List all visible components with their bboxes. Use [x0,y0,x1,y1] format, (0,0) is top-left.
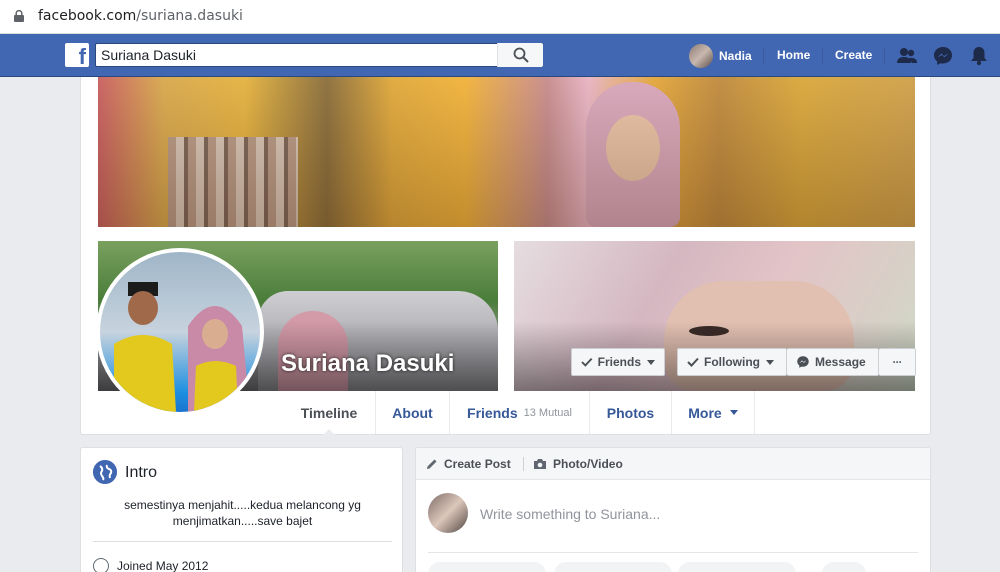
create-post-tab[interactable]: Create Post [426,457,511,471]
tab-label: More [688,404,722,421]
friends-button-label: Friends [597,355,641,369]
nav-user-name: Nadia [719,49,752,63]
composer-more-button[interactable] [822,562,866,572]
photo-video-tab[interactable]: Photo/Video [533,457,623,471]
tab-friends[interactable]: Friends 13 Mutual [449,391,589,434]
tab-label: Friends [467,404,518,421]
divider [523,457,524,471]
chevron-down-icon [647,359,655,365]
avatar [428,493,468,533]
joined-date: Joined May 2012 [117,559,209,572]
composer-option-button[interactable] [554,562,672,572]
tab-photos[interactable]: Photos [589,391,671,434]
clock-icon [93,558,109,572]
pencil-icon [427,459,437,469]
profile-name[interactable]: Suriana Dasuki [281,350,454,378]
following-button[interactable]: Following [677,348,787,376]
tab-more[interactable]: More [671,391,755,434]
nav-divider [822,48,823,64]
cover-photo[interactable] [98,77,915,227]
friend-requests-icon[interactable] [896,45,918,67]
intro-title: Intro [125,464,158,481]
nav-profile-link[interactable]: Nadia [689,43,752,69]
search-button[interactable] [497,43,543,67]
mutual-friends-count: 13 Mutual [523,406,572,419]
url-text[interactable]: facebook.com/suriana.dasuki [38,8,243,24]
chevron-down-icon [729,410,738,415]
intro-card: Intro semestinya menjahit.....kedua mela… [80,447,403,572]
tab-label: About [392,404,433,421]
messenger-icon[interactable] [932,45,954,67]
more-options-button[interactable]: ··· [879,348,916,376]
chevron-down-icon [766,359,774,365]
search-box[interactable] [95,43,543,67]
camera-icon [534,459,546,469]
tab-timeline[interactable]: Timeline [283,391,375,435]
search-icon [513,47,529,63]
avatar [689,44,713,68]
checkmark-icon [581,357,593,367]
message-button-label: Message [815,355,866,369]
composer-header: Create Post Photo/Video [416,448,930,480]
post-composer: Create Post Photo/Video Write something … [415,447,931,572]
tab-about[interactable]: About [375,391,449,434]
facebook-logo-icon[interactable]: f [65,43,89,69]
photo-video-label: Photo/Video [553,457,623,471]
composer-input[interactable]: Write something to Suriana... [480,506,660,522]
url-host: facebook.com [38,8,137,24]
divider [93,541,392,542]
tab-label: Timeline [300,404,358,421]
following-button-label: Following [704,355,760,369]
search-input[interactable] [96,44,496,66]
message-button[interactable]: Message [787,348,879,376]
intro-bio: semestinya menjahit.....kedua melancong … [124,498,361,528]
composer-option-button[interactable] [678,562,796,572]
composer-option-button[interactable] [428,562,546,572]
divider [428,552,918,553]
nav-divider [884,48,885,64]
tab-label: Photos [606,404,655,421]
profile-picture[interactable] [96,248,264,416]
lock-icon [14,10,24,22]
messenger-icon [797,356,809,368]
facebook-top-bar: f Nadia Home Create [0,34,1000,77]
create-post-label: Create Post [444,457,511,471]
nav-divider [763,48,764,64]
friends-button[interactable]: Friends [571,348,665,376]
notifications-bell-icon[interactable] [968,45,990,67]
url-path: /suriana.dasuki [136,8,243,24]
nav-home-link[interactable]: Home [777,48,810,62]
browser-address-bar[interactable]: facebook.com/suriana.dasuki [0,0,1000,34]
more-options-icon: ··· [892,355,903,369]
nav-create-link[interactable]: Create [835,48,872,62]
checkmark-icon [687,357,699,367]
globe-icon [93,460,117,484]
